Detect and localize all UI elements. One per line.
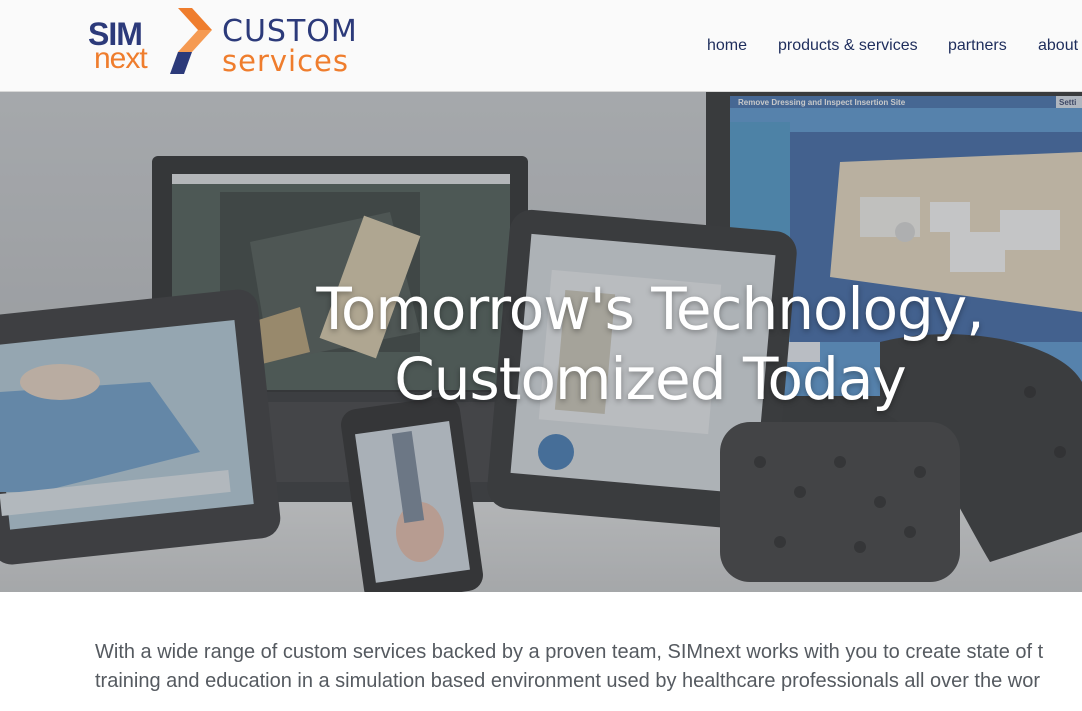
site-header: SIM next CUSTOM services home products &… bbox=[0, 0, 1082, 92]
intro-line1: With a wide range of custom services bac… bbox=[95, 641, 1044, 663]
nav-products-services[interactable]: products & services bbox=[778, 36, 918, 56]
hero-title-line1: Tomorrow's Technology, bbox=[316, 275, 984, 343]
main-nav: home products & services partners about bbox=[0, 36, 1082, 58]
hero-title-line2: Customized Today bbox=[394, 345, 906, 413]
intro-paragraph: With a wide range of custom services bac… bbox=[95, 638, 1082, 696]
nav-about[interactable]: about bbox=[1038, 36, 1078, 56]
hero-title: Tomorrow's Technology, Customized Today bbox=[300, 274, 1000, 414]
intro-line2: training and education in a simulation b… bbox=[95, 670, 1041, 692]
nav-partners[interactable]: partners bbox=[948, 36, 1007, 56]
hero-banner: Remove Dressing and Inspect Insertion Si… bbox=[0, 92, 1082, 592]
nav-home[interactable]: home bbox=[707, 36, 747, 56]
